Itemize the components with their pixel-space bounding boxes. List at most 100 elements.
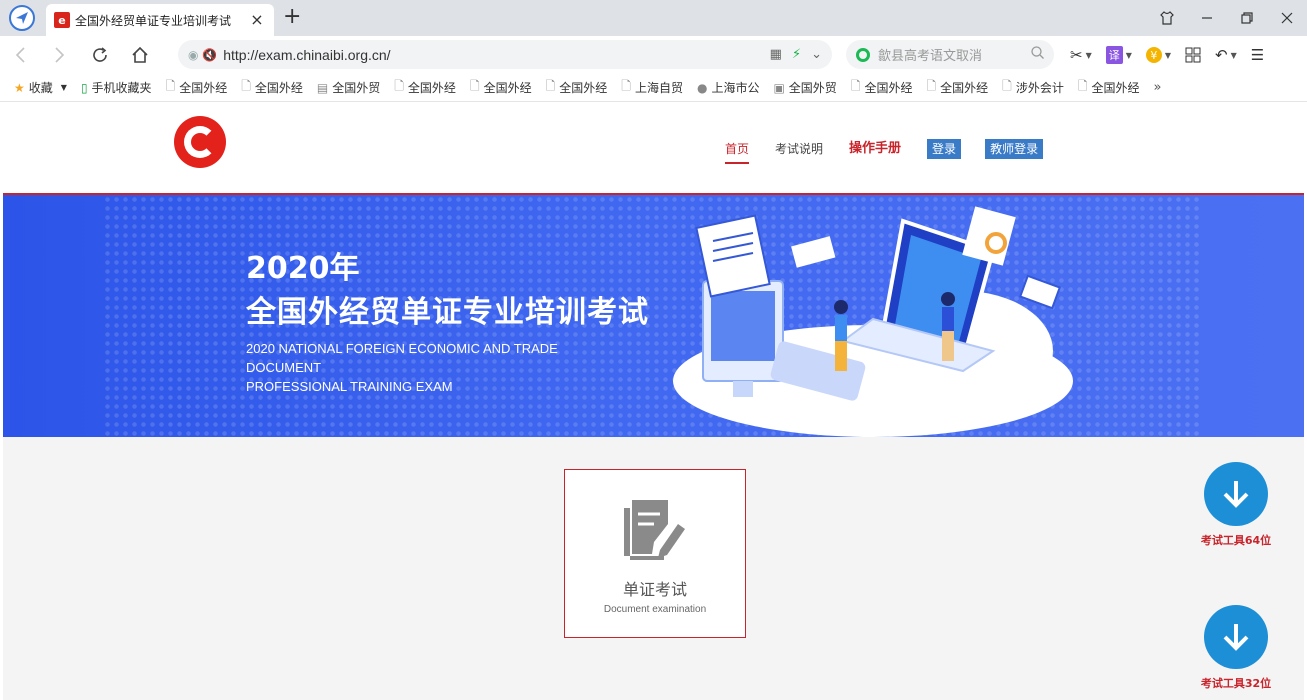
page-icon: 🗋: [850, 79, 861, 93]
search-box[interactable]: 歙县高考语文取消: [846, 40, 1054, 69]
page-content: 首页 考试说明 操作手册 登录 教师登录 2020年 全国外经贸单证专业培训考试…: [3, 103, 1304, 700]
restore-button[interactable]: [1227, 0, 1267, 36]
exam-card-title: 单证考试: [622, 580, 687, 599]
page-icon: 🗋: [469, 79, 480, 93]
bookmark-label: 上海市公: [711, 81, 760, 95]
bookmark-item[interactable]: ▣ 全国外贸: [773, 79, 836, 96]
banner-year: 2020年: [246, 251, 360, 286]
bookmark-item[interactable]: 🗋 全国外经: [1078, 77, 1140, 98]
nav-exam-info[interactable]: 考试说明: [775, 134, 823, 164]
bookmark-label: 收藏: [28, 81, 53, 95]
bookmark-label: 全国外经: [1091, 81, 1140, 95]
bookmark-item[interactable]: ● 上海市公: [697, 79, 760, 96]
site-nav: 首页 考试说明 操作手册 登录 教师登录: [725, 103, 1067, 195]
back-button[interactable]: [0, 36, 40, 74]
bookmark-label: 全国外贸: [332, 81, 381, 95]
skin-icon[interactable]: [1147, 0, 1187, 36]
search-engine-icon[interactable]: [856, 47, 870, 62]
bookmark-item[interactable]: 🗋 全国外经: [851, 77, 913, 98]
new-tab-button[interactable]: +: [283, 5, 301, 29]
nav-manual[interactable]: 操作手册: [849, 134, 901, 164]
site-security-icon[interactable]: ◉ 🔇: [188, 48, 217, 62]
search-icon[interactable]: [1031, 46, 1044, 63]
emblem-icon: ●: [696, 80, 708, 95]
bookmark-item[interactable]: ★ 收藏 ▼: [14, 79, 67, 96]
translate-icon[interactable]: 译 ▼: [1105, 46, 1132, 64]
forward-button[interactable]: [40, 36, 80, 74]
minimize-button[interactable]: [1187, 0, 1227, 36]
speed-mode-icon[interactable]: ⚡: [792, 47, 801, 62]
window-controls: [1147, 0, 1307, 36]
site-logo[interactable]: [174, 116, 226, 168]
bookmark-item[interactable]: ▯ 手机收藏夹: [81, 79, 152, 96]
hero-banner: 2020年 全国外经贸单证专业培训考试 2020 NATIONAL FOREIG…: [3, 195, 1304, 437]
exam-card-subtitle: Document examination: [603, 604, 707, 615]
screenshot-scissors-icon[interactable]: ✂ ▼: [1070, 46, 1092, 64]
address-bar[interactable]: ◉ 🔇 http://exam.chinaibi.org.cn/ ▦ ⚡ ⌄: [178, 40, 832, 69]
bookmark-item[interactable]: 🗋 全国外经: [394, 77, 456, 98]
bookmark-label: 手机收藏夹: [91, 81, 152, 95]
bookmark-item[interactable]: 🗋 全国外经: [546, 77, 608, 98]
bookmark-item[interactable]: ▤ 全国外贸: [317, 79, 380, 96]
close-window-button[interactable]: [1267, 0, 1307, 36]
download-64bit-label[interactable]: 考试工具64位: [1190, 532, 1282, 548]
banner-illustration: [673, 206, 1073, 437]
bookmark-label: 上海自贸: [634, 81, 683, 95]
bookmark-label: 全国外经: [483, 81, 532, 95]
bookmark-label: 全国外经: [864, 81, 913, 95]
chevron-down-icon[interactable]: ⌄: [811, 47, 822, 62]
document-exam-card[interactable]: 单证考试 Document examination: [564, 469, 746, 638]
download-tool-32bit[interactable]: 考试工具32位: [1190, 605, 1282, 691]
site-favicon-icon: e: [54, 12, 70, 28]
site-icon: ▣: [773, 80, 785, 95]
browser-tab-bar: e 全国外经贸单证专业培训考试 × +: [0, 0, 1307, 36]
bookmark-item[interactable]: 🗋 全国外经: [926, 77, 988, 98]
browser-tab-active[interactable]: e 全国外经贸单证专业培训考试 ×: [46, 4, 274, 36]
page-icon: 🗋: [1002, 79, 1012, 93]
bookmark-item[interactable]: 🗋 全国外经: [166, 77, 228, 98]
download-tool-64bit[interactable]: 考试工具64位: [1190, 462, 1282, 548]
document-edit-icon: [624, 500, 685, 560]
bookmarks-overflow-button[interactable]: »: [1154, 80, 1162, 95]
nav-home[interactable]: 首页: [725, 134, 750, 164]
bookmark-label: 全国外贸: [788, 81, 837, 95]
page-icon: 🗋: [165, 79, 176, 93]
chevron-down-icon[interactable]: ▼: [61, 83, 67, 92]
page-icon: 🗋: [394, 79, 404, 93]
download-32bit-label[interactable]: 考试工具32位: [1190, 675, 1282, 691]
banner-english-line1: 2020 NATIONAL FOREIGN ECONOMIC AND TRADE…: [246, 341, 558, 375]
star-icon: ★: [14, 80, 25, 95]
browser-logo-icon[interactable]: [9, 5, 35, 31]
download-arrow-icon[interactable]: [1204, 605, 1268, 669]
url-text[interactable]: http://exam.chinaibi.org.cn/: [223, 47, 769, 63]
undo-icon[interactable]: ↶ ▼: [1215, 46, 1237, 64]
apps-grid-icon[interactable]: [1185, 47, 1201, 63]
bookmark-label: 涉外会计: [1015, 81, 1064, 95]
bookmark-item[interactable]: 🗋 上海自贸: [621, 77, 683, 98]
login-button[interactable]: 登录: [927, 139, 962, 159]
bookmark-item[interactable]: 🗋 涉外会计: [1002, 77, 1064, 98]
bookmark-label: 全国外经: [407, 81, 456, 95]
home-button[interactable]: [120, 36, 160, 74]
page-icon: 🗋: [621, 79, 631, 93]
qr-code-icon[interactable]: ▦: [770, 47, 782, 62]
page-icon: 🗋: [241, 79, 251, 93]
tab-title: 全国外经贸单证专业培训考试: [75, 13, 232, 28]
tab-close-icon[interactable]: ×: [248, 11, 266, 29]
bookmark-item[interactable]: 🗋 全国外经: [470, 77, 532, 98]
banner-english-line2: PROFESSIONAL TRAINING EXAM: [246, 379, 453, 394]
bookmark-label: 全国外经: [559, 81, 608, 95]
teacher-login-button[interactable]: 教师登录: [985, 139, 1044, 159]
phone-icon: ▯: [80, 80, 88, 95]
page-icon: 🗋: [926, 79, 937, 93]
bookmark-label: 全国外经: [179, 81, 228, 95]
download-arrow-icon[interactable]: [1204, 462, 1268, 526]
bookmark-label: 全国外经: [254, 81, 303, 95]
menu-icon[interactable]: ☰: [1251, 46, 1264, 64]
search-input[interactable]: 歙县高考语文取消: [878, 45, 1031, 64]
banner-title: 全国外经贸单证专业培训考试: [246, 295, 649, 330]
bookmarks-bar: ★ 收藏 ▼ ▯ 手机收藏夹 🗋 全国外经 🗋 全国外经 ▤ 全国外贸 🗋 全国外经 🗋 全国外经 🗋 全国外经…: [0, 74, 1307, 102]
reload-button[interactable]: [80, 36, 120, 74]
coin-icon[interactable]: ¥ ▼: [1145, 47, 1171, 63]
bookmark-item[interactable]: 🗋 全国外经: [241, 77, 303, 98]
